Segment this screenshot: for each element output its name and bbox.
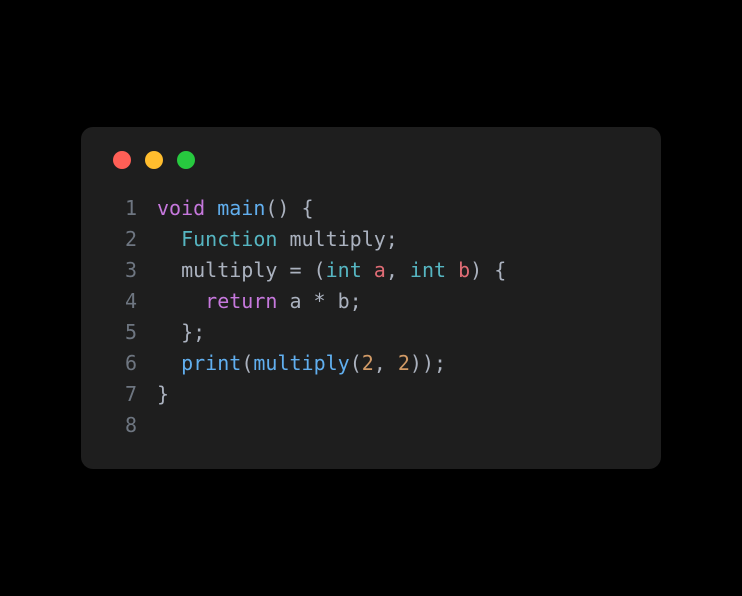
code-token: () { (265, 196, 313, 220)
code-line: 2 Function multiply; (109, 224, 633, 255)
code-line: 5 }; (109, 317, 633, 348)
line-number: 7 (109, 379, 137, 410)
maximize-icon[interactable] (177, 151, 195, 169)
code-token: int (326, 258, 362, 282)
code-token: a (277, 289, 313, 313)
line-number: 5 (109, 317, 137, 348)
code-line: 3 multiply = (int a, int b) { (109, 255, 633, 286)
code-line: 6 print(multiply(2, 2)); (109, 348, 633, 379)
code-token: ; (386, 227, 398, 251)
code-token: = (289, 258, 301, 282)
close-icon[interactable] (113, 151, 131, 169)
code-token: 2 (362, 351, 374, 375)
code-token: multiply (253, 351, 349, 375)
line-number: 2 (109, 224, 137, 255)
code-token (277, 227, 289, 251)
code-token (157, 289, 205, 313)
code-token: ( (241, 351, 253, 375)
code-token: ( (302, 258, 326, 282)
code-token: print (181, 351, 241, 375)
code-token (362, 258, 374, 282)
code-token (157, 351, 181, 375)
code-token: return (205, 289, 277, 313)
code-token (157, 258, 181, 282)
code-content: return a * b; (157, 286, 362, 317)
minimize-icon[interactable] (145, 151, 163, 169)
code-content: multiply = (int a, int b) { (157, 255, 506, 286)
code-editor-window: 1void main() {2 Function multiply;3 mult… (81, 127, 661, 469)
code-token: ) { (470, 258, 506, 282)
code-token: b (458, 258, 470, 282)
line-number: 1 (109, 193, 137, 224)
code-line: 7} (109, 379, 633, 410)
code-content: } (157, 379, 169, 410)
code-content: }; (157, 317, 205, 348)
code-token: , (374, 351, 398, 375)
code-token: b; (326, 289, 362, 313)
window-controls (109, 151, 633, 169)
code-token (205, 196, 217, 220)
code-line: 8 (109, 410, 633, 441)
code-token: a (374, 258, 386, 282)
code-content: print(multiply(2, 2)); (157, 348, 446, 379)
code-token (157, 227, 181, 251)
code-token: * (314, 289, 326, 313)
line-number: 6 (109, 348, 137, 379)
code-token: multiply (289, 227, 385, 251)
code-token: , (386, 258, 410, 282)
code-token: 2 (398, 351, 410, 375)
line-number: 3 (109, 255, 137, 286)
code-token: )); (410, 351, 446, 375)
code-token: main (217, 196, 265, 220)
code-token (446, 258, 458, 282)
code-token: int (410, 258, 446, 282)
code-token: Function (181, 227, 277, 251)
code-token: multiply (181, 258, 277, 282)
code-token: void (157, 196, 205, 220)
code-content (157, 410, 169, 441)
code-area[interactable]: 1void main() {2 Function multiply;3 mult… (109, 193, 633, 441)
code-line: 1 void main() { (109, 193, 633, 224)
line-number: 8 (109, 410, 137, 441)
code-token: } (157, 382, 169, 406)
code-line: 4 return a * b; (109, 286, 633, 317)
code-content: Function multiply; (157, 224, 398, 255)
code-token (277, 258, 289, 282)
code-content: void main() { (157, 193, 314, 224)
code-token: }; (157, 320, 205, 344)
line-number: 4 (109, 286, 137, 317)
code-token: ( (350, 351, 362, 375)
